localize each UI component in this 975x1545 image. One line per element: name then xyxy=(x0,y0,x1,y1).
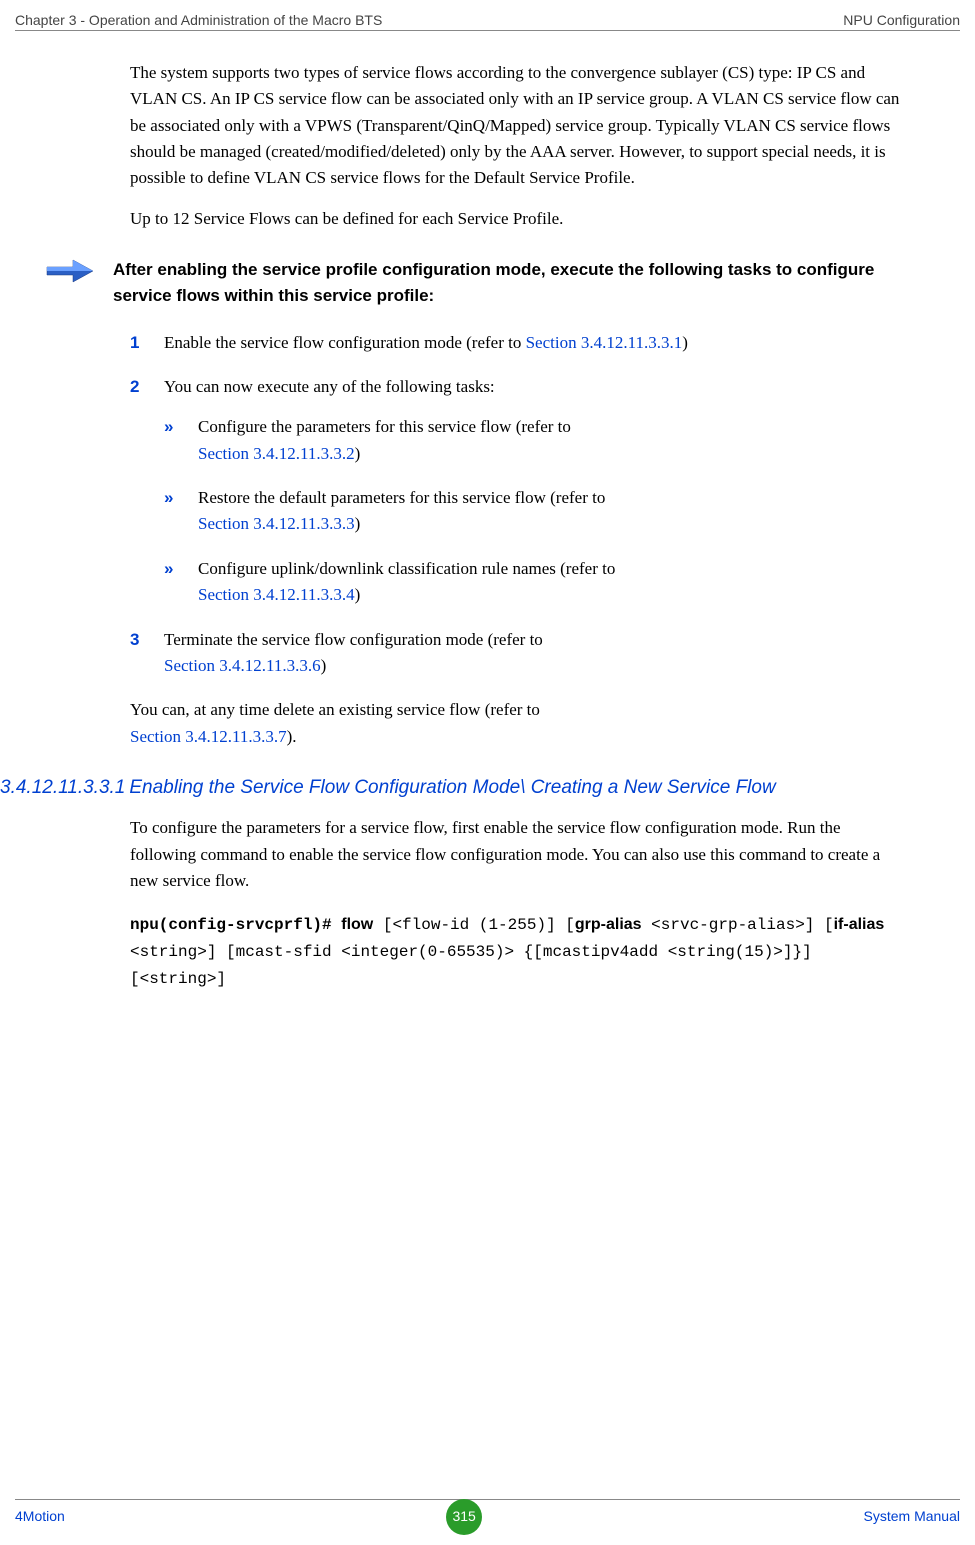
step-item: Enable the service flow configuration mo… xyxy=(130,330,910,356)
bullet-text: Configure the parameters for this servic… xyxy=(198,417,571,436)
command-syntax: npu(config-srvcprfl)# flow [<flow-id (1-… xyxy=(130,911,910,994)
step-item: You can now execute any of the following… xyxy=(130,374,910,608)
note-callout: After enabling the service profile confi… xyxy=(45,257,910,310)
section-link[interactable]: Section 3.4.12.11.3.3.6 xyxy=(164,656,321,675)
section-heading: 3.4.12.11.3.3.1Enabling the Service Flow… xyxy=(0,775,950,802)
command-keyword: grp-alias xyxy=(575,916,642,933)
page-number: 315 xyxy=(446,1499,482,1535)
sub-bullet-item: Configure the parameters for this servic… xyxy=(164,414,910,467)
command-arg: <srvc-grp-alias>] [ xyxy=(642,916,834,934)
section-link[interactable]: Section 3.4.12.11.3.3.3 xyxy=(198,514,355,533)
ordered-steps: Enable the service flow configuration mo… xyxy=(130,330,910,679)
bullet-text: ) xyxy=(355,514,361,533)
body-paragraph: The system supports two types of service… xyxy=(130,60,910,192)
command-keyword: flow xyxy=(341,916,373,933)
header-right: NPU Configuration xyxy=(843,10,960,32)
paragraph-text: You can, at any time delete an existing … xyxy=(130,700,540,719)
sub-bullets: Configure the parameters for this servic… xyxy=(164,414,910,608)
page-header: Chapter 3 - Operation and Administration… xyxy=(15,10,960,32)
step-item: Terminate the service flow configuration… xyxy=(130,627,910,680)
section-link[interactable]: Section 3.4.12.11.3.3.1 xyxy=(526,333,683,352)
section-link[interactable]: Section 3.4.12.11.3.3.7 xyxy=(130,727,287,746)
step-text: ) xyxy=(682,333,688,352)
bullet-text: Restore the default parameters for this … xyxy=(198,488,605,507)
step-text: ) xyxy=(321,656,327,675)
section-number: 3.4.12.11.3.3.1 xyxy=(0,775,125,802)
paragraph-text: ). xyxy=(287,727,297,746)
bullet-text: ) xyxy=(355,444,361,463)
header-left: Chapter 3 - Operation and Administration… xyxy=(15,10,382,32)
step-text: Terminate the service flow configuration… xyxy=(164,630,543,649)
page-footer: 4Motion 315 System Manual xyxy=(15,1499,960,1535)
header-rule xyxy=(15,30,960,31)
command-arg: <string>] [mcast-sfid <integer(0-65535)>… xyxy=(130,943,812,988)
body-paragraph: You can, at any time delete an existing … xyxy=(130,697,910,750)
command-keyword: if-alias xyxy=(834,916,885,933)
footer-right: System Manual xyxy=(864,1506,960,1528)
command-arg: [<flow-id (1-255)] [ xyxy=(373,916,575,934)
page-content: The system supports two types of service… xyxy=(130,60,910,1009)
section-title: Enabling the Service Flow Configuration … xyxy=(129,775,950,802)
body-paragraph: Up to 12 Service Flows can be defined fo… xyxy=(130,206,910,232)
arrow-icon xyxy=(45,257,95,285)
footer-left: 4Motion xyxy=(15,1506,65,1528)
step-text: You can now execute any of the following… xyxy=(164,377,495,396)
section-link[interactable]: Section 3.4.12.11.3.3.2 xyxy=(198,444,355,463)
step-text: Enable the service flow configuration mo… xyxy=(164,333,526,352)
note-text: After enabling the service profile confi… xyxy=(113,257,910,310)
bullet-text: ) xyxy=(355,585,361,604)
sub-bullet-item: Configure uplink/downlink classification… xyxy=(164,556,910,609)
sub-bullet-item: Restore the default parameters for this … xyxy=(164,485,910,538)
bullet-text: Configure uplink/downlink classification… xyxy=(198,559,615,578)
section-link[interactable]: Section 3.4.12.11.3.3.4 xyxy=(198,585,355,604)
command-prompt: npu(config-srvcprfl)# xyxy=(130,916,341,934)
body-paragraph: To configure the parameters for a servic… xyxy=(130,815,910,894)
